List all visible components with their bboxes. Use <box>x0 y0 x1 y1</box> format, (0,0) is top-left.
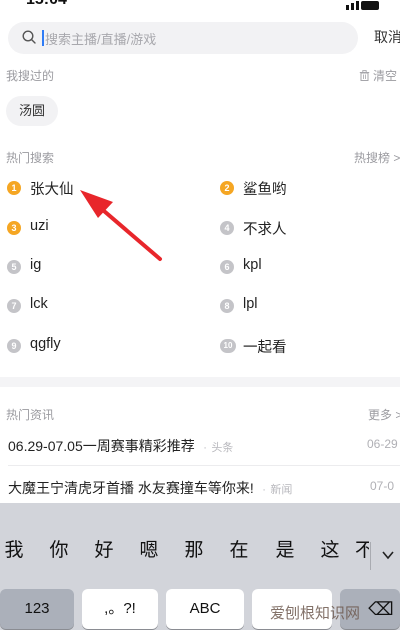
hot-search-label: lck <box>30 296 48 312</box>
numbers-key[interactable]: 123 <box>0 589 74 629</box>
more-news-label: 更多 <box>368 408 393 422</box>
text-caret <box>42 30 44 46</box>
news-divider <box>8 465 400 466</box>
rank-badge: 2 <box>220 181 234 195</box>
hot-search-label: lpl <box>243 296 258 312</box>
candidate-bar: 我 你 好 嗯 那 在 是 这 不 <box>0 535 400 577</box>
rank-badge: 5 <box>7 260 21 274</box>
candidate-word[interactable]: 我 <box>0 535 32 562</box>
rank-badge: 10 <box>220 339 236 353</box>
candidate-word[interactable]: 这 <box>312 535 348 562</box>
trash-icon <box>359 70 370 81</box>
hot-search-label: uzi <box>30 218 49 234</box>
hot-list-link[interactable]: 热搜榜 > <box>354 149 400 166</box>
candidate-word[interactable]: 不 <box>355 535 369 562</box>
hot-search-item[interactable]: 5 ig <box>7 257 187 279</box>
candidate-word[interactable]: 是 <box>267 535 303 562</box>
hot-search-label: ig <box>30 257 42 273</box>
chevron-down-icon[interactable] <box>382 549 394 561</box>
hot-search-item[interactable]: 10 一起看 <box>220 336 400 358</box>
hot-search-label: kpl <box>243 257 262 273</box>
hot-search-item[interactable]: 1 张大仙 <box>7 178 187 200</box>
hot-search-label: 张大仙 <box>30 182 74 198</box>
history-title: 我搜过的 <box>6 69 55 83</box>
news-title: 大魔王宁清虎牙首播 水友赛撞车等你来! <box>8 480 254 496</box>
status-icons <box>346 0 386 10</box>
candidate-word[interactable]: 你 <box>41 535 77 562</box>
hot-news-title: 热门资讯 <box>6 408 55 422</box>
hot-list-label: 热搜榜 <box>354 151 391 165</box>
news-source-dot: · <box>262 484 266 496</box>
search-icon <box>22 30 36 44</box>
rank-badge: 4 <box>220 221 234 235</box>
hot-search-item[interactable]: 3 uzi <box>7 218 187 240</box>
hot-search-item[interactable]: 2 鲨鱼哟 <box>220 178 400 200</box>
candidate-word[interactable]: 那 <box>176 535 212 562</box>
rank-badge: 7 <box>7 299 21 313</box>
rank-badge: 1 <box>7 181 21 195</box>
clear-history-button[interactable]: 清空 <box>359 67 397 84</box>
candidate-separator <box>370 542 371 570</box>
rank-badge: 6 <box>220 260 234 274</box>
cancel-button[interactable]: 取消 <box>374 27 400 47</box>
news-source: 新闻 <box>270 484 293 496</box>
hot-search-item[interactable]: 7 lck <box>7 296 187 318</box>
rank-badge: 3 <box>7 221 21 235</box>
clear-history-label: 清空 <box>373 69 398 83</box>
news-source-dot: · <box>203 442 207 454</box>
punctuation-key[interactable]: ,。?! <box>82 589 158 629</box>
news-date: 06-29 <box>367 437 398 451</box>
abc-key[interactable]: ABC <box>166 589 244 629</box>
more-news-link[interactable]: 更多 > <box>368 406 400 423</box>
search-placeholder: 搜索主播/直播/游戏 <box>45 32 157 47</box>
hot-search-item[interactable]: 8 lpl <box>220 296 400 318</box>
hot-search-label: 鲨鱼哟 <box>243 182 287 198</box>
hot-search-item[interactable]: 4 不求人 <box>220 218 400 240</box>
news-item[interactable]: 大魔王宁清虎牙首播 水友赛撞车等你来! · 新闻 07-0 <box>8 478 400 500</box>
candidate-word[interactable]: 好 <box>86 535 122 562</box>
hot-search-title: 热门搜索 <box>6 151 55 165</box>
hot-search-item[interactable]: 6 kpl <box>220 257 400 279</box>
news-item[interactable]: 06.29-07.05一周赛事精彩推荐 · 头条 06-29 <box>8 436 400 458</box>
hot-search-label: 一起看 <box>243 340 287 356</box>
hot-search-label: 不求人 <box>243 222 287 238</box>
watermark: 爱刨根知识网 <box>270 605 361 622</box>
history-chip[interactable]: 汤圆 <box>6 96 59 126</box>
news-date: 07-0 <box>370 479 395 493</box>
hot-search-item[interactable]: 9 qgfly <box>7 336 187 358</box>
news-source: 头条 <box>211 442 234 454</box>
status-time: 15:04 <box>26 0 67 9</box>
rank-badge: 8 <box>220 299 234 313</box>
search-input[interactable]: 搜索主播/直播/游戏 <box>8 22 358 54</box>
news-title: 06.29-07.05一周赛事精彩推荐 <box>8 438 195 454</box>
section-divider <box>0 377 400 387</box>
rank-badge: 9 <box>7 339 21 353</box>
hot-search-label: qgfly <box>30 336 61 352</box>
candidate-word[interactable]: 在 <box>221 535 257 562</box>
candidate-word[interactable]: 嗯 <box>131 535 167 562</box>
